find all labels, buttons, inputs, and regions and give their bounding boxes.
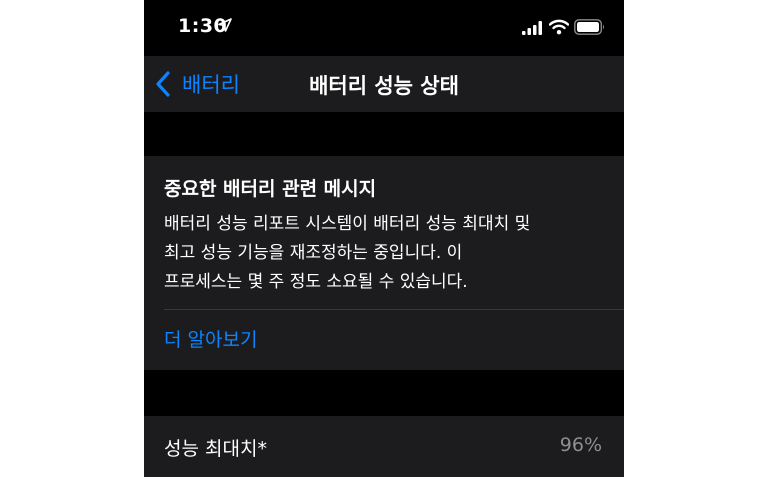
section-gap	[144, 370, 624, 416]
message-body: 배터리 성능 리포트 시스템이 배터리 성능 최대치 및 최고 성능 기능을 재…	[164, 210, 604, 297]
phone-screen: 1:30 배터리 배터리 성능 상태 중요한 배터리 관련 메시지 배터리 성능…	[144, 0, 624, 477]
maximum-capacity-label: 성능 최대치*	[164, 438, 267, 460]
divider	[164, 309, 624, 310]
message-line: 배터리 성능 리포트 시스템이 배터리 성능 최대치 및	[164, 214, 531, 234]
page-title: 배터리 성능 상태	[309, 74, 459, 98]
battery-icon	[574, 19, 604, 35]
cellular-signal-icon	[522, 21, 542, 35]
location-arrow-icon	[218, 18, 232, 32]
navigation-bar: 배터리 배터리 성능 상태	[144, 56, 624, 112]
section-gap	[144, 112, 624, 156]
learn-more-link[interactable]: 더 알아보기	[164, 325, 257, 352]
status-bar: 1:30	[144, 0, 624, 56]
maximum-capacity-row: 성능 최대치* 96%	[144, 416, 624, 477]
battery-message-card: 중요한 배터리 관련 메시지 배터리 성능 리포트 시스템이 배터리 성능 최대…	[144, 156, 624, 370]
message-title: 중요한 배터리 관련 메시지	[164, 178, 377, 200]
wifi-icon	[549, 19, 569, 35]
maximum-capacity-value: 96%	[559, 434, 602, 456]
message-line: 프로세스는 몇 주 정도 소요될 수 있습니다.	[164, 272, 468, 292]
message-line: 최고 성능 기능을 재조정하는 중입니다. 이	[164, 243, 463, 263]
